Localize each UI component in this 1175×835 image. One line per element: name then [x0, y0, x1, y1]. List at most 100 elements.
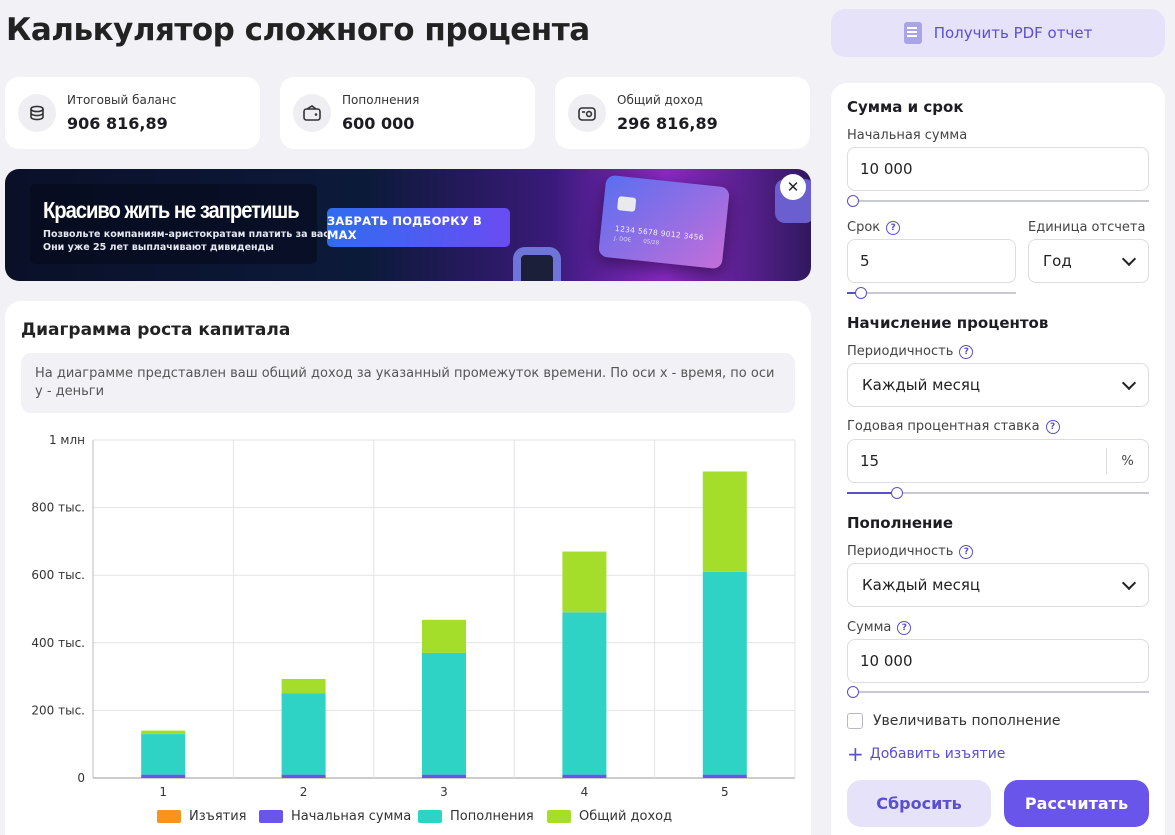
bar-segment: [562, 774, 607, 778]
banner-subtext: Позвольте компаниям-аристократам платить…: [43, 229, 333, 253]
y-tick-label: 1 млн: [49, 433, 85, 447]
chevron-down-icon: [1121, 575, 1137, 590]
get-pdf-report-button[interactable]: Получить PDF отчет: [831, 9, 1165, 57]
bank-card-image: 1234 5678 9012 3456 J. DOE 05/28: [598, 174, 730, 270]
y-tick-label: 800 тыс.: [31, 501, 85, 515]
chevron-down-icon: [1121, 375, 1137, 390]
top-up-frequency-label: Периодичность?: [847, 544, 974, 559]
stat-label: Итоговый баланс: [67, 93, 177, 107]
y-tick-label: 600 тыс.: [31, 568, 85, 582]
unit-select-value: Год: [1043, 252, 1072, 270]
close-banner-button[interactable]: ✕: [780, 174, 806, 200]
legend-item-withdrawals[interactable]: Изъятия: [157, 809, 246, 824]
stat-label: Пополнения: [342, 93, 420, 107]
legend-item-top-ups[interactable]: Пополнения: [418, 809, 534, 824]
top-up-frequency-value: Каждый месяц: [862, 576, 981, 594]
wallet-icon: [293, 94, 331, 132]
slider-thumb[interactable]: [847, 686, 859, 698]
slider-thumb[interactable]: [854, 287, 867, 299]
top-up-sum-label: Сумма?: [847, 620, 912, 635]
x-tick-label: 2: [300, 785, 308, 799]
bar-segment: [422, 774, 466, 778]
bar-segment: [702, 471, 747, 572]
x-tick-label: 5: [721, 785, 729, 799]
stat-card-final-balance: Итоговый баланс 906 816,89: [5, 77, 260, 149]
legend-label: Общий доход: [579, 809, 673, 824]
card-chip-icon: [616, 196, 637, 212]
help-icon[interactable]: ?: [886, 220, 901, 235]
term-slider[interactable]: [847, 287, 1016, 299]
stat-card-top-ups: Пополнения 600 000: [280, 77, 535, 149]
top-up-sum-input[interactable]: 10 000: [847, 639, 1149, 683]
chevron-down-icon: [1121, 251, 1137, 266]
bar-segment: [702, 774, 747, 778]
bar-segment: [422, 652, 466, 775]
top-up-frequency-select[interactable]: Каждый месяц: [847, 563, 1149, 607]
banner-cta-button[interactable]: ЗАБРАТЬ ПОДБОРКУ В MAX: [327, 208, 510, 247]
term-label: Срок?: [847, 220, 901, 235]
legend-item-total-income[interactable]: Общий доход: [547, 809, 672, 824]
initial-amount-input[interactable]: 10 000: [847, 147, 1149, 191]
coins-icon: [18, 94, 56, 132]
term-input[interactable]: 5: [847, 239, 1016, 283]
stat-card-total-income: Общий доход 296 816,89: [555, 77, 810, 149]
x-tick-label: 4: [581, 785, 589, 799]
bar-segment: [141, 774, 186, 778]
help-icon[interactable]: ?: [959, 344, 974, 359]
stat-value: 296 816,89: [617, 114, 718, 133]
interest-frequency-select[interactable]: Каждый месяц: [847, 363, 1149, 407]
reset-button[interactable]: Сбросить: [847, 780, 991, 827]
section-interest: Начисление процентов: [847, 314, 1049, 332]
card-holder-expiry: J. DOE 05/28: [613, 235, 660, 247]
legend-swatch: [418, 810, 442, 823]
promo-banner[interactable]: Красиво жить не запретишь Позвольте комп…: [5, 169, 811, 281]
increase-top-up-label: Увеличивать пополнение: [873, 713, 1061, 729]
bar-segment: [562, 551, 607, 613]
initial-amount-label: Начальная сумма: [847, 128, 968, 143]
help-icon[interactable]: ?: [897, 620, 912, 635]
interest-frequency-label: Периодичность?: [847, 344, 974, 359]
calculate-button[interactable]: Рассчитать: [1004, 780, 1149, 827]
stat-value: 906 816,89: [67, 114, 168, 133]
add-withdrawal-link[interactable]: + Добавить изъятие: [847, 742, 1006, 766]
chart-card: Диаграмма роста капитала На диаграмме пр…: [5, 301, 811, 835]
section-top-up: Пополнение: [847, 514, 954, 532]
page-title: Калькулятор сложного процента: [6, 12, 590, 48]
bar-segment: [141, 730, 186, 735]
annual-rate-label: Годовая процентная ставка?: [847, 419, 1060, 434]
legend-swatch: [547, 810, 571, 823]
checkbox-box[interactable]: [847, 713, 863, 729]
legend-label: Начальная сумма: [291, 809, 412, 824]
legend-swatch: [259, 810, 283, 823]
income-icon: [568, 94, 606, 132]
bar-segment: [281, 678, 326, 694]
bar-segment: [562, 612, 607, 775]
bar-segment: [281, 774, 326, 778]
add-withdrawal-label: Добавить изъятие: [869, 746, 1006, 762]
x-tick-label: 3: [440, 785, 448, 799]
legend-label: Изъятия: [189, 809, 247, 824]
initial-amount-slider[interactable]: [847, 195, 1149, 207]
x-tick-label: 1: [159, 785, 167, 799]
legend-label: Пополнения: [450, 809, 534, 824]
bar-segment: [281, 693, 326, 775]
increase-top-up-checkbox[interactable]: Увеличивать пополнение: [847, 713, 1061, 729]
top-up-sum-slider[interactable]: [847, 686, 1149, 698]
legend-item-initial-sum[interactable]: Начальная сумма: [259, 809, 411, 824]
annual-rate-slider[interactable]: [847, 487, 1149, 499]
percent-unit: %: [1106, 448, 1148, 474]
plus-icon: +: [847, 742, 864, 766]
help-icon[interactable]: ?: [959, 544, 974, 559]
bar-segment: [702, 571, 747, 775]
legend-swatch: [157, 810, 181, 823]
annual-rate-value: 15: [860, 452, 880, 470]
annual-rate-input[interactable]: 15 %: [847, 439, 1149, 483]
slider-thumb[interactable]: [890, 487, 903, 499]
stat-value: 600 000: [342, 114, 415, 133]
help-icon[interactable]: ?: [1045, 419, 1060, 434]
unit-select[interactable]: Год: [1028, 239, 1149, 283]
capital-growth-chart: 0 200 тыс. 400 тыс. 600 тыс. 800 тыс. 1 млн 1 2…: [31, 433, 796, 799]
pdf-file-icon: [903, 22, 922, 44]
slider-thumb[interactable]: [847, 195, 859, 207]
bar-segment: [422, 619, 466, 653]
